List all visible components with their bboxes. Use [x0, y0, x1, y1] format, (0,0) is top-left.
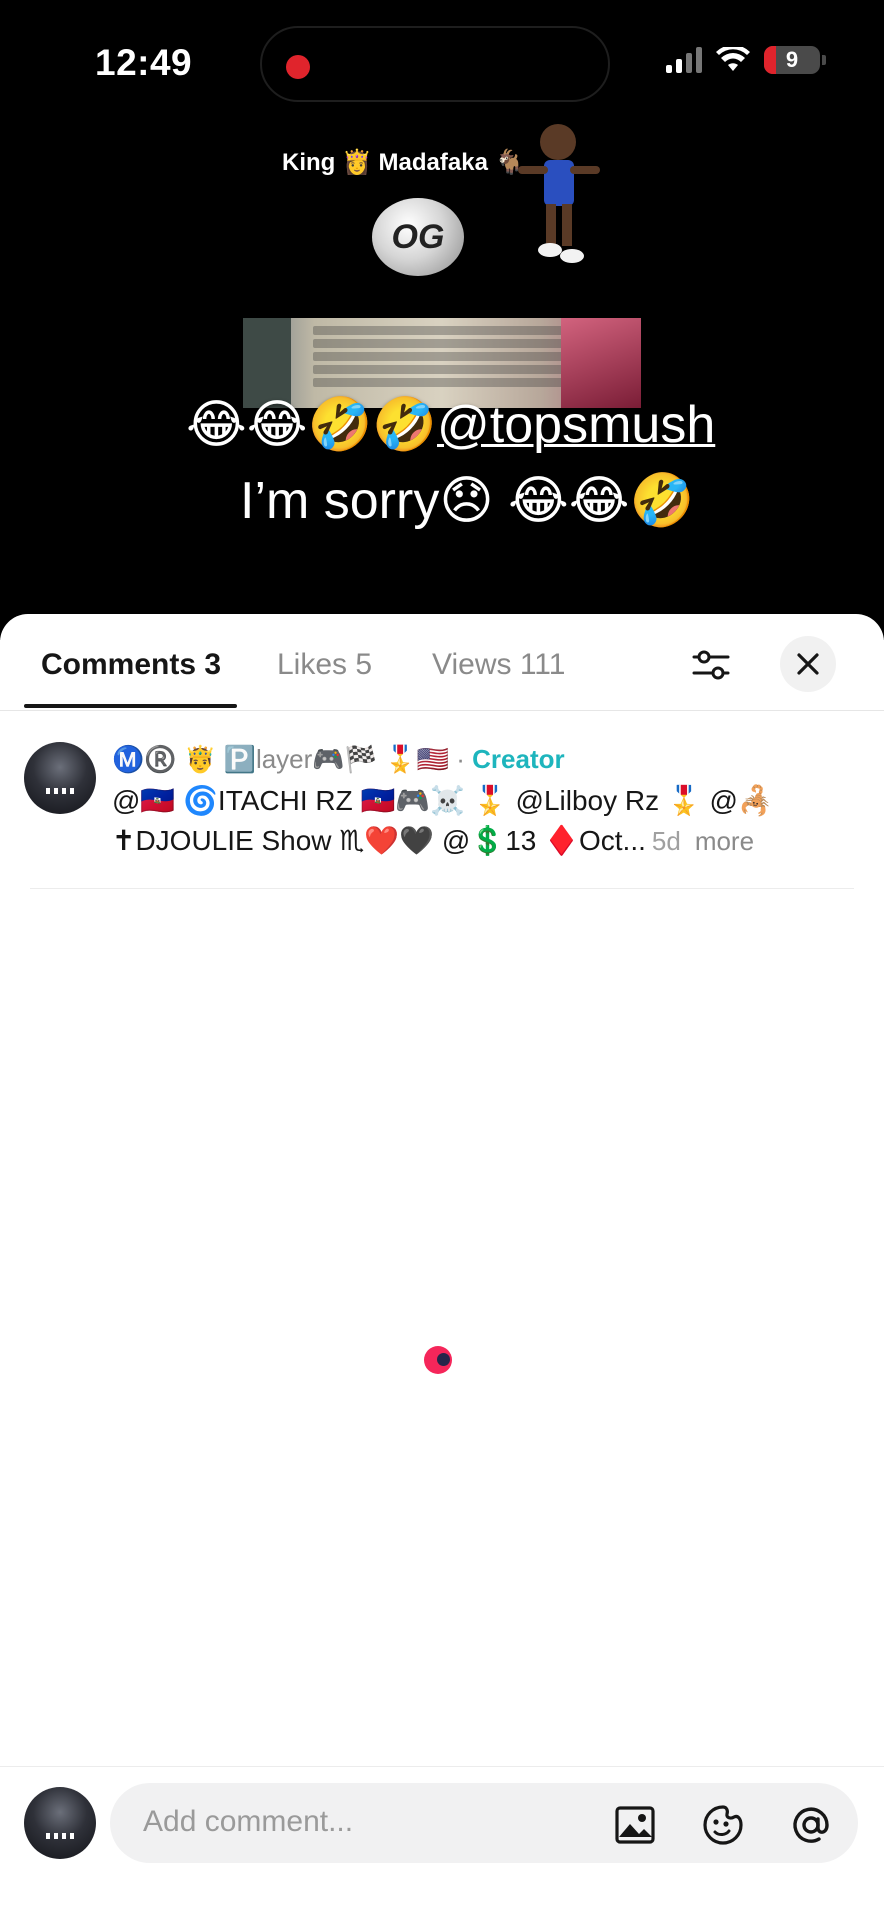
sticker-icon: [703, 1805, 743, 1845]
more-link[interactable]: more: [695, 826, 754, 856]
tab-views[interactable]: Views 111: [432, 648, 565, 682]
status-time: 12:49: [95, 42, 193, 83]
status-icons: 9: [666, 46, 826, 74]
comment-user-line: Ⓜ️®️ 🤴 🅿️layer🎮🏁 🎖️🇺🇸 · Creator: [112, 744, 565, 775]
video-caption-line-1: 😂😂🤣🤣@topsmush: [186, 394, 715, 455]
cartoon-player-image: [518, 124, 600, 263]
og-logo: OG: [372, 198, 464, 276]
dynamic-island: [260, 26, 610, 102]
creator-badge: Creator: [472, 744, 565, 774]
tab-likes[interactable]: Likes 5: [277, 648, 372, 682]
comment-text-line-2: ✝DJOULIE Show ♏❤️🖤 @💲13 ♦️Oct... 5d more: [112, 824, 754, 857]
mention-button[interactable]: [789, 1803, 833, 1847]
sliders-icon: [692, 650, 730, 680]
video-caption-line-2: I’m sorry😞 😂😂🤣: [240, 472, 695, 530]
video-player[interactable]: 12:49 9 King 👸 Madafaka 🐐 OG 😂😂🤣🤣@topsmu…: [0, 0, 884, 640]
filter-button[interactable]: [686, 640, 736, 690]
separator-dot: ·: [449, 744, 473, 774]
battery-level: 9: [785, 47, 799, 72]
wifi-icon: [716, 47, 750, 71]
tab-comments[interactable]: Comments 3: [41, 648, 221, 682]
loading-spinner-icon: [424, 1346, 452, 1374]
comment-input[interactable]: Add comment...: [110, 1783, 858, 1863]
sheet-tabs: Comments 3 Likes 5 Views 111: [0, 614, 884, 711]
comment-divider: [30, 888, 854, 889]
my-avatar[interactable]: [24, 1787, 96, 1859]
commenter-avatar[interactable]: [24, 742, 96, 814]
comments-sheet: Comments 3 Likes 5 Views 111 Ⓜ️®️ 🤴 🅿️la…: [0, 614, 884, 1920]
comment-input-placeholder: Add comment...: [143, 1805, 354, 1838]
active-tab-indicator: [24, 704, 237, 708]
image-button[interactable]: [613, 1803, 657, 1847]
emoji-sticker-button[interactable]: [701, 1803, 745, 1847]
comment-timestamp: 5d: [651, 826, 681, 856]
recording-dot-icon: [286, 55, 310, 79]
comment-text-truncated: ✝DJOULIE Show ♏❤️🖤 @💲13 ♦️Oct...: [112, 825, 646, 856]
signal-icon: [666, 47, 702, 73]
comment-text-line-1: @🇭🇹 🌀ITACHI RZ 🇭🇹🎮☠️ 🎖️ @Lilboy Rz 🎖️ @🦂: [112, 785, 773, 816]
caption-mention-link[interactable]: @topsmush: [437, 396, 715, 454]
close-icon: [797, 653, 819, 675]
video-overlay-title: King 👸 Madafaka 🐐: [282, 149, 525, 176]
at-sign-icon: [793, 1807, 829, 1843]
caption-emoji: 😂😂🤣🤣: [186, 396, 438, 454]
close-button[interactable]: [780, 636, 836, 692]
battery-icon: 9: [764, 46, 820, 74]
image-icon: [615, 1806, 655, 1844]
comment-input-bar: Add comment...: [0, 1766, 884, 1921]
comment-username[interactable]: Ⓜ️®️ 🤴 🅿️layer🎮🏁 🎖️🇺🇸: [112, 744, 449, 774]
